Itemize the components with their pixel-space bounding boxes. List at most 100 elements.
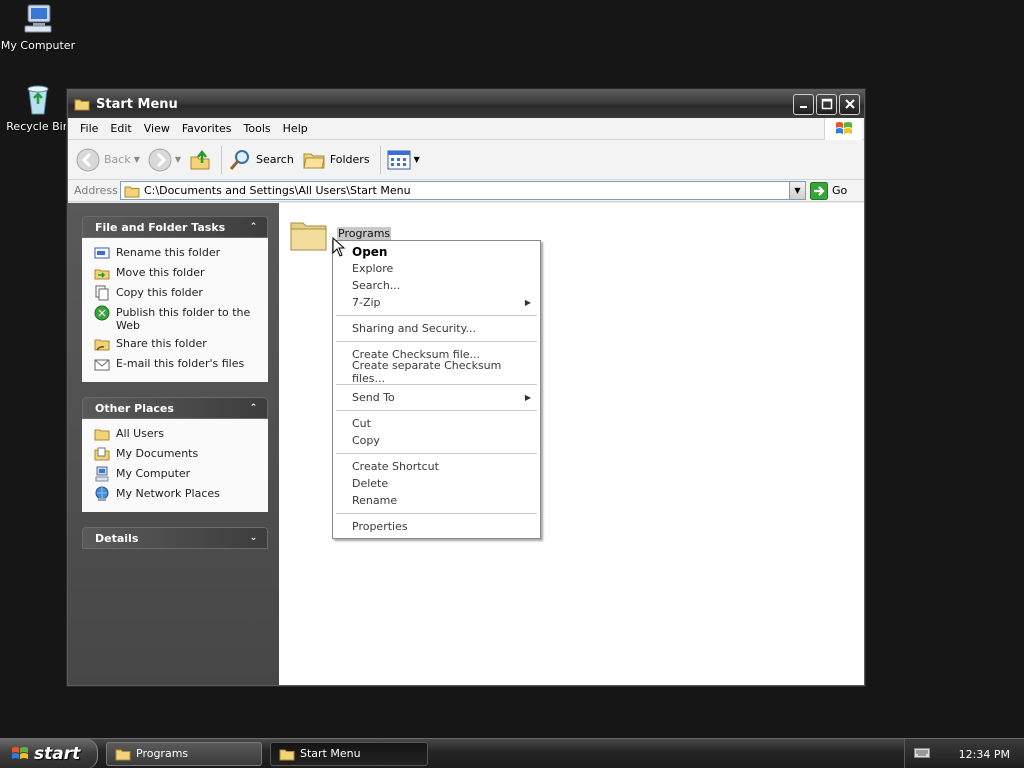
menu-item-label: Send To xyxy=(352,391,395,404)
panel-header[interactable]: Other Places ⌃ xyxy=(82,397,268,419)
menu-separator xyxy=(336,410,537,411)
maximize-button[interactable] xyxy=(816,93,837,115)
task-copy-folder[interactable]: Copy this folder xyxy=(94,285,262,301)
share-folder-icon xyxy=(94,339,110,351)
address-label: Address xyxy=(74,184,118,197)
place-label: My Documents xyxy=(116,447,199,460)
go-button[interactable]: Go xyxy=(810,181,848,200)
context-menu: Open Explore Search... 7-Zip ▶ Sharing a… xyxy=(332,240,541,539)
menu-file[interactable]: File xyxy=(74,122,104,135)
move-folder-icon xyxy=(94,269,110,280)
menu-separator xyxy=(336,341,537,342)
task-move-folder[interactable]: Move this folder xyxy=(94,265,262,281)
place-all-users[interactable]: All Users xyxy=(94,426,262,442)
clock[interactable]: 12:34 PM xyxy=(959,748,1010,761)
minimize-icon xyxy=(799,106,807,108)
menu-item-delete[interactable]: Delete xyxy=(336,475,537,492)
close-icon xyxy=(844,99,855,109)
menu-item-rename[interactable]: Rename xyxy=(336,492,537,509)
mouse-cursor-icon xyxy=(332,237,346,257)
folder-icon xyxy=(124,186,140,197)
toolbar-separator xyxy=(221,145,223,174)
place-label: My Network Places xyxy=(116,487,220,500)
file-folder-tasks-panel: File and Folder Tasks ⌃ Rename this fold… xyxy=(82,216,268,382)
window-title: Start Menu xyxy=(96,96,178,112)
task-publish-folder[interactable]: Publish this folder to the Web xyxy=(94,305,262,332)
task-pane: File and Folder Tasks ⌃ Rename this fold… xyxy=(68,203,279,685)
toolbar: Back ▼ ▼ Search Folders ▼ xyxy=(68,140,864,180)
address-input[interactable]: C:\Documents and Settings\All Users\Star… xyxy=(120,181,806,200)
task-rename-folder[interactable]: Rename this folder xyxy=(94,245,262,261)
panel-header[interactable]: Details ⌄ xyxy=(82,527,268,549)
up-folder-button[interactable] xyxy=(189,149,211,171)
menu-item-explore[interactable]: Explore xyxy=(336,260,537,277)
menu-help[interactable]: Help xyxy=(277,122,314,135)
network-places-icon xyxy=(95,486,109,501)
task-label: Copy this folder xyxy=(116,286,203,299)
task-label: Share this folder xyxy=(116,337,207,350)
menu-tools[interactable]: Tools xyxy=(238,122,277,135)
my-computer-icon xyxy=(95,466,109,482)
menu-item-label: 7-Zip xyxy=(352,296,381,309)
menu-item-search[interactable]: Search... xyxy=(336,277,537,294)
folder-icon xyxy=(290,222,327,251)
menu-edit[interactable]: Edit xyxy=(104,122,137,135)
menu-item-properties[interactable]: Properties xyxy=(336,518,537,535)
my-documents-icon xyxy=(94,447,110,461)
views-button[interactable]: ▼ xyxy=(387,150,420,170)
task-label: Move this folder xyxy=(116,266,205,279)
details-panel: Details ⌄ xyxy=(82,527,268,549)
folders-button[interactable]: Folders xyxy=(302,149,370,171)
close-button[interactable] xyxy=(839,93,860,115)
menu-item-create-shortcut[interactable]: Create Shortcut xyxy=(336,458,537,475)
menu-item-send-to[interactable]: Send To ▶ xyxy=(336,389,537,406)
menu-favorites[interactable]: Favorites xyxy=(176,122,238,135)
taskbar-button-programs[interactable]: Programs xyxy=(106,741,262,766)
menu-view[interactable]: View xyxy=(138,122,176,135)
task-email-files[interactable]: E-mail this folder's files xyxy=(94,356,262,372)
minimize-button[interactable] xyxy=(793,93,814,115)
go-label: Go xyxy=(832,184,848,197)
start-button[interactable]: start xyxy=(0,738,98,768)
folders-label: Folders xyxy=(329,153,370,166)
search-button[interactable]: Search xyxy=(228,148,294,172)
desktop-icon-my-computer[interactable]: My Computer xyxy=(0,2,76,52)
menu-bar: File Edit View Favorites Tools Help xyxy=(68,118,864,140)
keyboard-icon[interactable] xyxy=(914,747,930,759)
task-label: Rename this folder xyxy=(116,246,221,259)
expand-icon[interactable]: ⌄ xyxy=(246,531,261,546)
menu-item-cut[interactable]: Cut xyxy=(336,415,537,432)
folder-icon xyxy=(115,749,131,760)
views-icon xyxy=(387,150,411,169)
recycle-bin-icon xyxy=(27,85,49,115)
task-share-folder[interactable]: Share this folder xyxy=(94,336,262,352)
address-dropdown-button[interactable]: ▼ xyxy=(789,182,805,199)
menu-item-sharing-security[interactable]: Sharing and Security... xyxy=(336,320,537,337)
place-my-documents[interactable]: My Documents xyxy=(94,446,262,462)
panel-header[interactable]: File and Folder Tasks ⌃ xyxy=(82,216,268,238)
forward-button[interactable]: ▼ xyxy=(148,148,181,172)
menu-item-open[interactable]: Open xyxy=(336,243,537,260)
title-bar[interactable]: Start Menu xyxy=(68,90,864,118)
desktop-icon-recycle-bin[interactable]: Recycle Bin xyxy=(0,83,76,133)
menu-separator xyxy=(336,453,537,454)
menu-item-7zip[interactable]: 7-Zip ▶ xyxy=(336,294,537,311)
task-label: Publish this folder to the Web xyxy=(116,306,251,332)
collapse-icon[interactable]: ⌃ xyxy=(246,401,261,416)
chevron-down-icon[interactable]: ▼ xyxy=(134,155,140,164)
chevron-down-icon[interactable]: ▼ xyxy=(414,155,420,164)
address-value: C:\Documents and Settings\All Users\Star… xyxy=(144,184,411,197)
collapse-icon[interactable]: ⌃ xyxy=(246,220,261,235)
search-label: Search xyxy=(256,153,294,166)
windows-flag-icon xyxy=(12,746,28,759)
place-my-computer[interactable]: My Computer xyxy=(94,466,262,482)
menu-item-copy[interactable]: Copy xyxy=(336,432,537,449)
menu-item-create-separate-checksum[interactable]: Create separate Checksum files... xyxy=(336,359,537,385)
folders-icon xyxy=(303,153,325,168)
place-my-network-places[interactable]: My Network Places xyxy=(94,486,262,502)
chevron-down-icon[interactable]: ▼ xyxy=(175,155,181,164)
address-bar: Address C:\Documents and Settings\All Us… xyxy=(68,180,864,202)
submenu-arrow-icon: ▶ xyxy=(524,393,531,402)
back-button[interactable]: Back ▼ xyxy=(76,148,140,172)
taskbar-button-start-menu[interactable]: Start Menu xyxy=(270,741,428,766)
